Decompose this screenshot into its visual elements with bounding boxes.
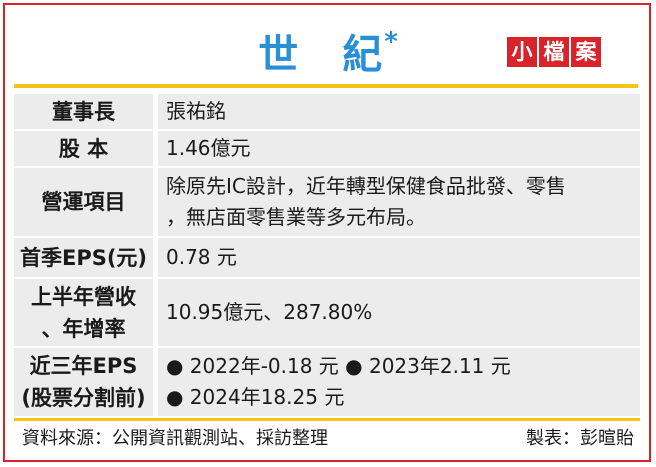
label-line: 近三年EPS xyxy=(29,354,138,378)
row-label: 營運項目 xyxy=(14,168,153,236)
value-line: ，無店面零售業等多元布局。 xyxy=(166,205,426,229)
row-value: 10.95億元、287.80% xyxy=(158,279,640,346)
top-rule xyxy=(14,84,638,88)
row-value: 張祐銘 xyxy=(158,94,640,129)
value-line: ● 2024年18.25 元 xyxy=(166,385,345,409)
credit-note: 製表：彭暄貽 xyxy=(526,428,634,449)
title-char-1: 世 xyxy=(258,32,299,78)
value-line: ● 2022年-0.18 元 ● 2023年2.11 元 xyxy=(166,354,511,378)
row-value: 除原先IC設計，近年轉型保健食品批發、零售 ，無店面零售業等多元布局。 xyxy=(158,168,640,236)
title-asterisk: * xyxy=(384,27,398,57)
label-line: 上半年營收 xyxy=(31,284,136,309)
value-line: 10.95億元、287.80% xyxy=(166,300,373,324)
row-business: 營運項目 除原先IC設計，近年轉型保健食品批發、零售 ，無店面零售業等多元布局。 xyxy=(14,168,640,236)
row-label: 首季EPS(元) xyxy=(14,238,153,277)
row-h1-revenue: 上半年營收 、年增率 10.95億元、287.80% xyxy=(14,279,640,346)
value-line: 1.46億元 xyxy=(166,136,251,160)
row-value: 1.46億元 xyxy=(158,131,640,166)
row-3yr-eps: 近三年EPS (股票分割前) ● 2022年-0.18 元 ● 2023年2.1… xyxy=(14,348,640,416)
row-value: 0.78 元 xyxy=(158,238,640,277)
row-value: ● 2022年-0.18 元 ● 2023年2.11 元 ● 2024年18.2… xyxy=(158,348,640,416)
badge-char-2: 檔 xyxy=(539,37,569,67)
title-char-2: 紀 xyxy=(342,32,383,78)
row-label: 董事長 xyxy=(14,94,153,129)
row-label: 股 本 xyxy=(14,131,153,166)
value-line: 張祐銘 xyxy=(166,99,226,123)
value-line: 0.78 元 xyxy=(166,245,237,269)
row-label: 上半年營收 、年增率 xyxy=(14,279,153,346)
badge-char-1: 小 xyxy=(507,37,537,67)
label-line: 、年增率 xyxy=(41,316,126,341)
row-capital: 股 本 1.46億元 xyxy=(14,131,640,166)
badge-char-3: 案 xyxy=(571,37,601,67)
row-q1-eps: 首季EPS(元) 0.78 元 xyxy=(14,238,640,277)
source-note: 資料來源：公開資訊觀測站、採訪整理 xyxy=(22,428,328,449)
value-line: 除原先IC設計，近年轉型保健食品批發、零售 xyxy=(166,174,566,198)
bottom-rule xyxy=(14,418,640,421)
label-line: (股票分割前) xyxy=(21,386,146,410)
row-label: 近三年EPS (股票分割前) xyxy=(14,348,153,416)
row-chairman: 董事長 張祐銘 xyxy=(14,94,640,129)
